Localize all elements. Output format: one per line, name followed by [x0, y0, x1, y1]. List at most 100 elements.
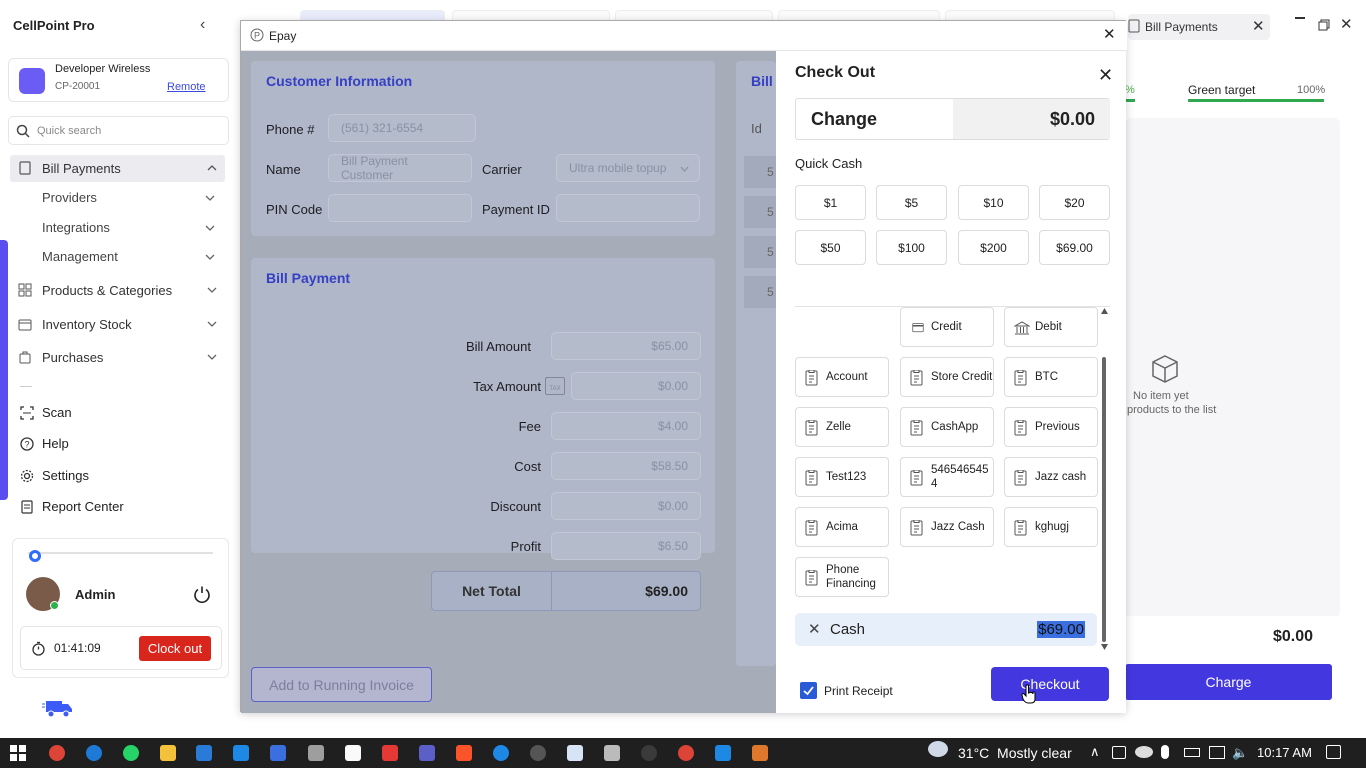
- app-icon[interactable]: [308, 745, 324, 761]
- app-icon[interactable]: [752, 745, 768, 761]
- payment-method-debit[interactable]: Debit: [1004, 307, 1098, 347]
- sidebar-item-management[interactable]: Management: [42, 249, 118, 264]
- quick-cash-1-button[interactable]: $1: [795, 185, 866, 220]
- tray-icon[interactable]: [1112, 746, 1126, 759]
- payment-method-button[interactable]: Jazz Cash: [900, 507, 994, 547]
- scroll-down-icon[interactable]: [1100, 643, 1109, 651]
- quick-cash-10-button[interactable]: $10: [958, 185, 1029, 220]
- charge-button[interactable]: Charge: [1125, 664, 1332, 700]
- payment-id-input[interactable]: [556, 194, 700, 222]
- cost-input[interactable]: $58.50: [551, 452, 701, 480]
- payment-method-button[interactable]: BTC: [1004, 357, 1098, 397]
- teams-icon[interactable]: [419, 745, 435, 761]
- tender-amount-input[interactable]: $69.00: [1037, 621, 1085, 638]
- app-icon[interactable]: [493, 745, 509, 761]
- chrome-icon[interactable]: [678, 745, 694, 761]
- weather-text[interactable]: 31°C Mostly clear: [958, 745, 1072, 761]
- close-window-icon[interactable]: ✕: [1340, 15, 1353, 33]
- carrier-select[interactable]: Ultra mobile topup: [556, 154, 700, 182]
- payment-method-button[interactable]: Zelle: [795, 407, 889, 447]
- discount-input[interactable]: $0.00: [551, 492, 701, 520]
- calculator-icon[interactable]: [604, 745, 620, 761]
- quick-search-input[interactable]: Quick search: [8, 116, 229, 145]
- sidebar-item-integrations[interactable]: Integrations: [42, 220, 110, 235]
- sidebar-item-bill-payments[interactable]: Bill Payments: [10, 155, 225, 182]
- sidebar-item-inventory[interactable]: Inventory Stock: [10, 311, 225, 338]
- microphone-icon[interactable]: [1161, 745, 1169, 759]
- whatsapp-icon[interactable]: [123, 745, 139, 761]
- windows-start-icon[interactable]: [10, 745, 26, 761]
- tab-bill-payments[interactable]: Bill Payments ✕: [1128, 14, 1270, 40]
- payment-method-button[interactable]: kghugj: [1004, 507, 1098, 547]
- add-to-running-invoice-button[interactable]: Add to Running Invoice: [251, 667, 432, 702]
- sidebar-item-providers[interactable]: Providers: [42, 190, 97, 205]
- power-icon[interactable]: [193, 585, 211, 603]
- remote-link[interactable]: Remote: [167, 81, 206, 93]
- payment-method-button[interactable]: Account: [795, 357, 889, 397]
- remove-tender-icon[interactable]: ✕: [808, 620, 821, 638]
- payment-method-credit[interactable]: Credit: [900, 307, 994, 347]
- collapse-sidebar-icon[interactable]: ‹: [200, 16, 205, 34]
- payment-method-button[interactable]: CashApp: [900, 407, 994, 447]
- print-receipt-checkbox[interactable]: [800, 682, 817, 699]
- restore-icon[interactable]: [1318, 19, 1330, 31]
- payment-method-button[interactable]: 546546545 4: [900, 457, 994, 497]
- filezilla-icon[interactable]: [382, 745, 398, 761]
- battery-icon[interactable]: [1184, 748, 1200, 757]
- checkout-button[interactable]: Checkout: [991, 667, 1109, 701]
- sidebar-item-settings[interactable]: Settings: [20, 468, 89, 483]
- minimize-icon[interactable]: [1295, 17, 1305, 19]
- scroll-up-icon[interactable]: [1100, 307, 1109, 315]
- table-row[interactable]: 5: [744, 276, 776, 308]
- network-icon[interactable]: [1209, 746, 1225, 759]
- pin-input[interactable]: [328, 194, 472, 222]
- quick-cash-20-button[interactable]: $20: [1039, 185, 1110, 220]
- quick-cash-50-button[interactable]: $50: [795, 230, 866, 265]
- clock-out-button[interactable]: Clock out: [139, 636, 211, 661]
- close-tab-icon[interactable]: ✕: [1252, 17, 1265, 35]
- quick-cash-5-button[interactable]: $5: [876, 185, 947, 220]
- bill-amount-input[interactable]: $65.00: [551, 332, 701, 360]
- sidebar-item-help[interactable]: ? Help: [20, 436, 69, 451]
- notepad-icon[interactable]: [567, 745, 583, 761]
- sidebar-item-purchases[interactable]: Purchases: [10, 344, 225, 371]
- fee-input[interactable]: $4.00: [551, 412, 701, 440]
- brave-icon[interactable]: [456, 745, 472, 761]
- tax-icon[interactable]: TAX: [545, 377, 565, 395]
- slider-thumb[interactable]: [29, 550, 41, 562]
- cloud-icon[interactable]: [1135, 746, 1153, 758]
- payment-method-button[interactable]: Jazz cash: [1004, 457, 1098, 497]
- chrome-icon[interactable]: [49, 745, 65, 761]
- sidebar-item-report-center[interactable]: Report Center: [20, 499, 124, 514]
- tray-chevron-icon[interactable]: ∧: [1090, 744, 1100, 760]
- profit-input[interactable]: $6.50: [551, 532, 701, 560]
- name-input[interactable]: Bill Payment Customer: [328, 154, 472, 182]
- photos-icon[interactable]: [715, 745, 731, 761]
- quick-cash-200-button[interactable]: $200: [958, 230, 1029, 265]
- app-icon[interactable]: [530, 745, 546, 761]
- payment-method-button[interactable]: Phone Financing: [795, 557, 889, 597]
- edge-icon[interactable]: [86, 745, 102, 761]
- table-row[interactable]: 5: [744, 236, 776, 268]
- weather-icon[interactable]: [928, 741, 948, 757]
- slider-track[interactable]: [28, 552, 213, 554]
- clock-text[interactable]: 10:17 AM: [1257, 745, 1312, 760]
- close-checkout-icon[interactable]: ✕: [1098, 65, 1113, 86]
- notification-icon[interactable]: [1326, 745, 1341, 759]
- calculator-icon[interactable]: [196, 745, 212, 761]
- payment-method-button[interactable]: Previous: [1004, 407, 1098, 447]
- scrollbar-thumb[interactable]: [1102, 357, 1106, 642]
- notepad-icon[interactable]: [345, 745, 361, 761]
- store-card[interactable]: Developer Wireless CP-20001 Remote: [8, 58, 229, 102]
- payment-method-button[interactable]: Acima: [795, 507, 889, 547]
- sidebar-item-products[interactable]: Products & Categories: [10, 277, 225, 304]
- app-icon[interactable]: [641, 745, 657, 761]
- payment-method-button[interactable]: Test123: [795, 457, 889, 497]
- payment-method-button[interactable]: Store Credit: [900, 357, 994, 397]
- volume-icon[interactable]: 🔈: [1232, 745, 1248, 761]
- table-row[interactable]: 5: [744, 156, 776, 188]
- table-row[interactable]: 5: [744, 196, 776, 228]
- quick-cash-100-button[interactable]: $100: [876, 230, 947, 265]
- sidebar-item-scan[interactable]: Scan: [20, 405, 72, 420]
- delivery-truck-icon[interactable]: [42, 698, 74, 718]
